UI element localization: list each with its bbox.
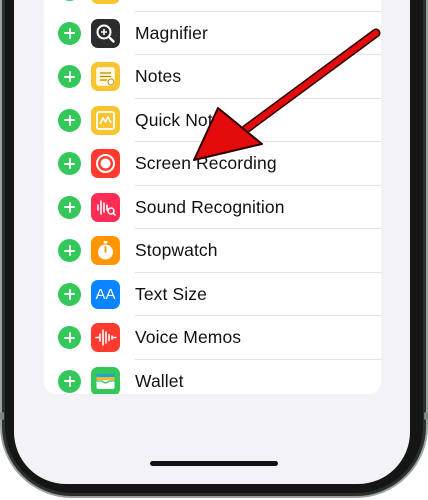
sound-recognition-icon [91, 192, 120, 222]
phone-screen: Magnifier Notes Quick Note Screen Record… [14, 0, 410, 484]
control-label: Text Size [135, 283, 207, 304]
control-label: Magnifier [135, 22, 208, 43]
add-control-button[interactable] [58, 282, 81, 306]
wallet-icon [91, 366, 120, 394]
control-label: Screen Recording [135, 153, 277, 174]
control-row-text-size[interactable]: AA Text Size [44, 273, 381, 316]
control-row-sound-recognition[interactable]: Sound Recognition [44, 186, 381, 229]
add-control-button[interactable] [58, 369, 81, 393]
screen-recording-icon [91, 149, 120, 179]
add-control-button[interactable] [58, 21, 81, 45]
partial-yellow-icon [91, 0, 120, 5]
add-control-button[interactable] [58, 326, 81, 350]
add-control-button[interactable] [58, 0, 81, 2]
side-button-left [0, 412, 4, 420]
notes-icon [91, 62, 120, 92]
control-label: Sound Recognition [135, 196, 285, 217]
control-label: Stopwatch [135, 240, 218, 261]
add-control-button[interactable] [58, 108, 81, 132]
text-size-glyph: AA [95, 285, 116, 303]
stopwatch-icon [91, 236, 120, 266]
control-row-voice-memos[interactable]: Voice Memos [44, 316, 381, 360]
quick-note-icon [91, 105, 120, 135]
voice-memos-icon [91, 323, 120, 353]
magnifier-icon [91, 18, 120, 48]
more-controls-list: Magnifier Notes Quick Note Screen Record… [44, 0, 381, 394]
control-row-quick-note[interactable]: Quick Note [44, 99, 381, 142]
control-row-magnifier[interactable]: Magnifier [44, 12, 381, 55]
control-row-notes[interactable]: Notes [44, 55, 381, 99]
add-control-button[interactable] [58, 152, 81, 176]
control-label: Voice Memos [135, 327, 242, 348]
control-row-screen-recording[interactable]: Screen Recording [44, 142, 381, 186]
home-indicator[interactable] [150, 461, 278, 466]
add-control-button[interactable] [58, 65, 81, 89]
add-control-button[interactable] [58, 195, 81, 219]
control-row-wallet[interactable]: Wallet [44, 360, 381, 394]
add-control-button[interactable] [58, 239, 81, 263]
control-label: Notes [135, 66, 182, 87]
text-size-icon: AA [91, 279, 120, 309]
control-label: Wallet [135, 370, 184, 391]
control-label: Quick Note [135, 109, 223, 130]
control-row-stopwatch[interactable]: Stopwatch [44, 229, 381, 273]
side-button-right [424, 412, 428, 420]
list-item[interactable] [44, 0, 381, 12]
